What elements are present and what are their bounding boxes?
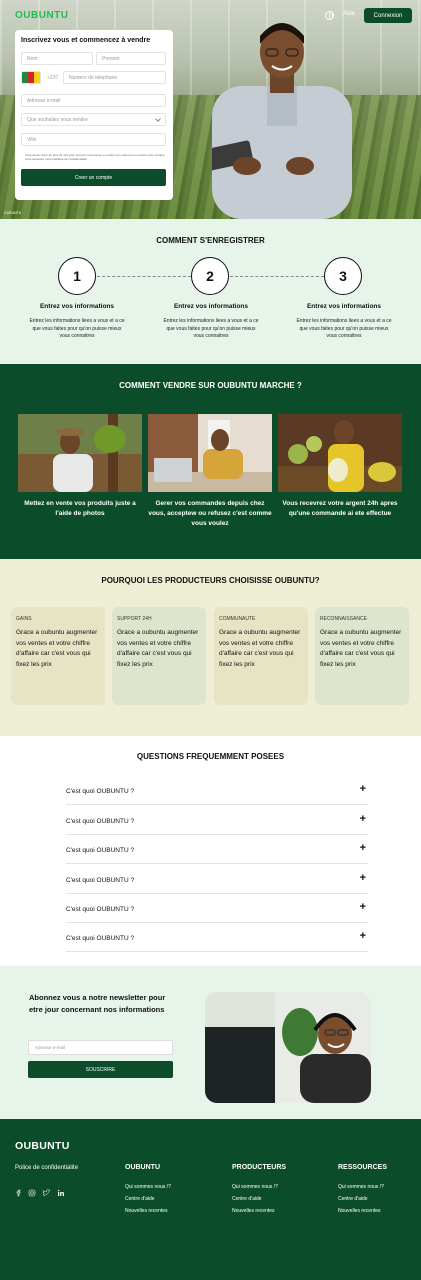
step-connector <box>97 276 191 277</box>
newsletter-section: Abonnez vous a notre newsletter pour etr… <box>0 966 421 1119</box>
plus-icon[interactable]: + <box>360 930 366 942</box>
step-title: Entrez vos informations <box>173 303 249 310</box>
ville-input[interactable]: Ville <box>21 133 166 146</box>
how-to-sell-section: COMMENT VENDRE SUR OUBUNTU MARCHE ? Mett… <box>0 364 421 559</box>
step-number: 2 <box>191 257 229 295</box>
benefit-card-gains: GAINS Grace a oubuntu augmenter vos vent… <box>11 607 105 705</box>
signup-form: Inscrivez vous et commencez à vendre Nom… <box>15 30 173 200</box>
sell-caption: Gerer vos commandes depuis chez vous, ac… <box>148 500 272 527</box>
footer-link[interactable]: Qui sommes nous /? <box>338 1184 384 1190</box>
chevron-down-icon <box>155 116 161 122</box>
email-input[interactable]: Adresse e-mail <box>21 94 166 107</box>
register-section: COMMENT S'ENREGISTRER 1 2 3 Entrez vos i… <box>0 219 421 364</box>
aide-link[interactable]: Aide <box>343 11 355 17</box>
footer-link[interactable]: Qui sommes nous /? <box>125 1184 171 1190</box>
woman-laptop-image <box>148 414 272 492</box>
card-text: Grace a oubuntu augmenter vos ventes et … <box>16 629 98 668</box>
terms-text: Vous devez avoir au plus 21 ans pour pou… <box>25 153 165 161</box>
sell-heading: COMMENT VENDRE SUR OUBUNTU MARCHE ? <box>119 381 302 390</box>
prenom-input[interactable]: Prenom <box>96 52 166 65</box>
footer-column-heading: OUBUNTU <box>125 1164 160 1171</box>
step-number: 3 <box>324 257 362 295</box>
support-agent-image <box>205 992 371 1103</box>
card-tag: SUPPORT 24H <box>117 616 152 622</box>
plus-icon[interactable]: + <box>360 813 366 825</box>
faq-question: C'est quoi OUBUNTU ? <box>66 935 135 942</box>
newsletter-title: Abonnez vous a notre newsletter pour etr… <box>29 993 166 1014</box>
faq-question: C'est quoi OUBUNTU ? <box>66 818 135 825</box>
why-heading: POURQUOI LES PRODUCTEURS CHOISISSE OUBUN… <box>101 576 320 585</box>
connexion-button[interactable]: Connexion <box>364 8 412 23</box>
farmer-with-tablet-image <box>212 23 352 219</box>
card-text: Grace a oubuntu augmenter vos ventes et … <box>320 629 402 668</box>
signup-title: Inscrivez vous et commencez à vendre <box>21 37 151 44</box>
hero-banner: OUBUNTU Aide Connexion Inscrivez vous et… <box>0 0 421 219</box>
faq-item[interactable]: C'est quoi OUBUNTU ? + <box>66 893 368 923</box>
photo-credit: OUBUNTU <box>4 211 22 215</box>
product-select[interactable]: Que souhaitez vous vendre <box>21 113 166 126</box>
faq-item[interactable]: C'est quoi OUBUNTU ? + <box>66 775 368 805</box>
faq-item[interactable]: C'est quoi OUBUNTU ? + <box>66 922 368 952</box>
footer-link[interactable]: Nouvelles recentes <box>232 1208 275 1214</box>
plus-icon[interactable]: + <box>360 842 366 854</box>
footer-link[interactable]: Qui sommes nous /? <box>232 1184 278 1190</box>
step-number: 1 <box>58 257 96 295</box>
card-text: Grace a oubuntu augmenter vos ventes et … <box>219 629 301 668</box>
footer: OUBUNTU Police de confidentialite OUBUNT… <box>0 1119 421 1280</box>
plus-icon[interactable]: + <box>360 901 366 913</box>
register-heading: COMMENT S'ENREGISTRER <box>156 236 265 245</box>
footer-column-heading: RESSOURCES <box>338 1164 388 1171</box>
sell-caption: Vous recevrez votre argent 24h apres qu'… <box>282 500 398 517</box>
woman-fruit-stand-image <box>278 414 402 492</box>
card-text: Grace a oubuntu augmenter vos ventes et … <box>117 629 199 668</box>
facebook-icon[interactable] <box>15 1189 23 1197</box>
step-description: Entrez les informations liees a vous et … <box>296 318 392 339</box>
globe-icon[interactable] <box>325 11 334 20</box>
faq-item[interactable]: C'est quoi OUBUNTU ? + <box>66 805 368 835</box>
card-tag: GAINS <box>16 616 32 622</box>
faq-heading: QUESTIONS FREQUEMMENT POSEES <box>136 752 285 761</box>
country-code: +237 <box>47 74 59 81</box>
why-section: POURQUOI LES PRODUCTEURS CHOISISSE OUBUN… <box>0 559 421 736</box>
create-account-button[interactable]: Creer un compte <box>21 169 166 186</box>
plus-icon[interactable]: + <box>360 872 366 884</box>
footer-link[interactable]: Centre d'aide <box>232 1196 262 1202</box>
benefit-card-communaute: COMMUNAUTE Grace a oubuntu augmenter vos… <box>214 607 308 705</box>
faq-question: C'est quoi OUBUNTU ? <box>66 847 135 854</box>
product-select-label: Que souhaitez vous vendre <box>27 116 88 123</box>
instagram-icon[interactable] <box>28 1189 36 1197</box>
brand-logo[interactable]: OUBUNTU <box>15 10 69 21</box>
footer-link[interactable]: Centre d'aide <box>125 1196 155 1202</box>
footer-link[interactable]: Nouvelles recentes <box>338 1208 381 1214</box>
linkedin-icon[interactable] <box>57 1189 65 1197</box>
step-description: Entrez les informations liees a vous et … <box>29 318 125 339</box>
step-description: Entrez les informations liees a vous et … <box>163 318 259 339</box>
privacy-policy-link[interactable]: Police de confidentialite <box>15 1165 78 1171</box>
sell-caption: Mettez en vente vos produits juste a l'a… <box>24 500 136 517</box>
step-connector <box>230 276 324 277</box>
card-tag: RECONNAISSANCE <box>320 616 367 622</box>
newsletter-email-input[interactable]: Adresse e-mail <box>28 1040 173 1055</box>
footer-link[interactable]: Nouvelles recentes <box>125 1208 168 1214</box>
farmer-bananas-image <box>18 414 142 492</box>
footer-column-heading: PRODUCTEURS <box>232 1164 287 1171</box>
subscribe-button[interactable]: SOUSCRIRE <box>28 1061 173 1078</box>
cameroon-flag-icon[interactable] <box>21 71 41 84</box>
faq-item[interactable]: C'est quoi OUBUNTU ? + <box>66 834 368 864</box>
footer-link[interactable]: Centre d'aide <box>338 1196 368 1202</box>
faq-question: C'est quoi OUBUNTU ? <box>66 877 135 884</box>
faq-question: C'est quoi OUBUNTU ? <box>66 906 135 913</box>
step-title: Entrez vos informations <box>306 303 382 310</box>
card-tag: COMMUNAUTE <box>219 616 256 622</box>
step-title: Entrez vos informations <box>39 303 115 310</box>
faq-item[interactable]: C'est quoi OUBUNTU ? + <box>66 864 368 894</box>
twitter-icon[interactable] <box>42 1189 51 1197</box>
plus-icon[interactable]: + <box>360 783 366 795</box>
benefit-card-support: SUPPORT 24H Grace a oubuntu augmenter vo… <box>112 607 206 705</box>
nom-input[interactable]: Nom <box>21 52 93 65</box>
faq-question: C'est quoi OUBUNTU ? <box>66 788 135 795</box>
phone-input[interactable]: Numero de telephone <box>63 71 166 84</box>
footer-logo[interactable]: OUBUNTU <box>15 1140 70 1152</box>
benefit-card-reconnaissance: RECONNAISSANCE Grace a oubuntu augmenter… <box>315 607 409 705</box>
